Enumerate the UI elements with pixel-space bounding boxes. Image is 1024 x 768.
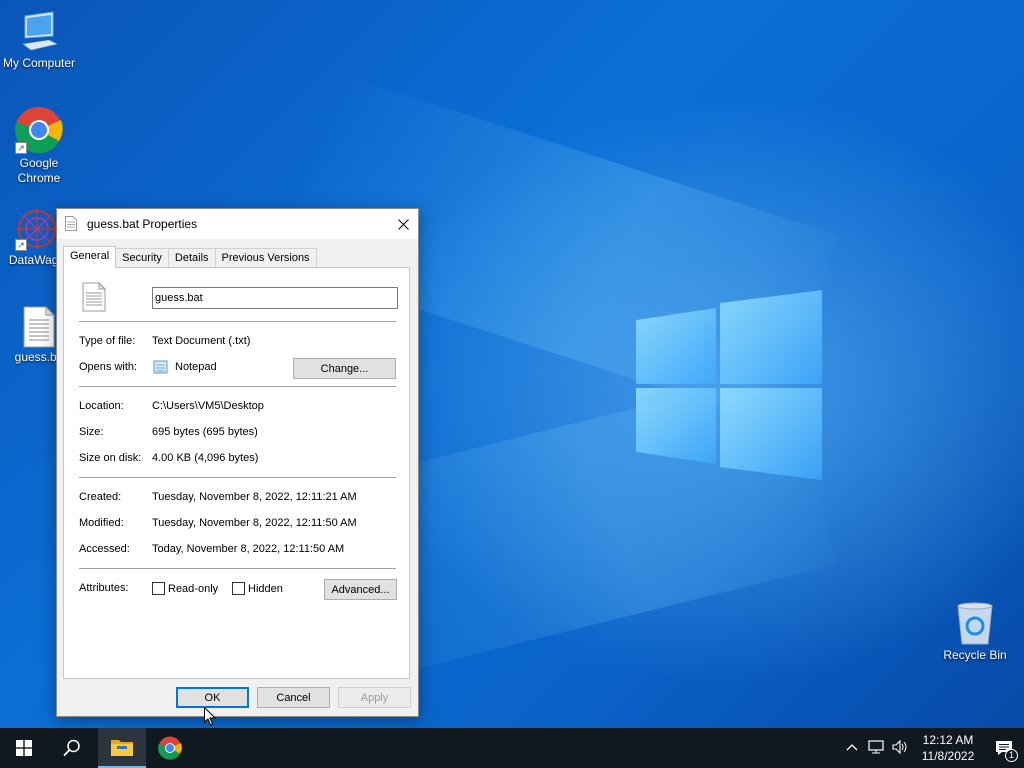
search-icon bbox=[63, 739, 80, 757]
divider bbox=[79, 386, 396, 387]
hidden-checkbox[interactable] bbox=[232, 582, 245, 595]
divider bbox=[79, 477, 396, 478]
network-icon bbox=[868, 739, 884, 753]
attributes-label: Attributes: bbox=[79, 582, 129, 594]
text-file-icon bbox=[65, 216, 79, 232]
divider bbox=[79, 568, 396, 569]
desktop-icon-label: Recycle Bin bbox=[943, 648, 1007, 662]
desktop-icon-recycle-bin[interactable]: Recycle Bin bbox=[937, 602, 1013, 663]
taskbar-file-explorer[interactable] bbox=[98, 728, 146, 768]
created-value: Tuesday, November 8, 2022, 12:11:21 AM bbox=[152, 491, 357, 503]
datawago-icon: ↗ bbox=[15, 207, 59, 251]
computer-icon bbox=[19, 10, 59, 54]
search-button[interactable] bbox=[48, 728, 96, 768]
dialog-title: guess.bat Properties bbox=[87, 217, 198, 231]
properties-dialog: guess.bat Properties General Security De… bbox=[56, 208, 419, 717]
accessed-value: Today, November 8, 2022, 12:11:50 AM bbox=[152, 543, 345, 555]
type-of-file-value: Text Document (.txt) bbox=[152, 335, 251, 347]
general-tab-panel: Type of file: Text Document (.txt) Opens… bbox=[63, 267, 410, 679]
clock-date: 11/8/2022 bbox=[921, 749, 975, 763]
recycle-bin-icon bbox=[955, 602, 995, 646]
opens-with-value: Notepad bbox=[175, 361, 217, 373]
taskbar-google-chrome[interactable] bbox=[146, 728, 194, 768]
cancel-button[interactable]: Cancel bbox=[257, 687, 330, 708]
filename-input[interactable] bbox=[152, 287, 398, 309]
size-on-disk-value: 4.00 KB (4,096 bytes) bbox=[152, 452, 259, 464]
speaker-icon bbox=[892, 739, 907, 754]
dialog-tabs: General Security Details Previous Versio… bbox=[63, 246, 317, 268]
notification-count-badge: 1 bbox=[1005, 749, 1018, 762]
accessed-label: Accessed: bbox=[79, 543, 130, 555]
read-only-label: Read-only bbox=[168, 583, 219, 595]
chevron-up-icon bbox=[846, 744, 858, 751]
type-of-file-label: Type of file: bbox=[79, 335, 136, 347]
modified-value: Tuesday, November 8, 2022, 12:11:50 AM bbox=[152, 517, 357, 529]
chrome-icon: ↗ bbox=[15, 106, 63, 154]
shortcut-arrow-icon: ↗ bbox=[15, 142, 27, 154]
dialog-titlebar[interactable]: guess.bat Properties bbox=[57, 209, 418, 239]
clock-time: 12:12 AM bbox=[922, 733, 974, 747]
location-value: C:\Users\VM5\Desktop bbox=[152, 400, 264, 412]
desktop-icon-google-chrome[interactable]: ↗ Google Chrome bbox=[1, 106, 77, 186]
apply-button[interactable]: Apply bbox=[338, 687, 411, 708]
size-on-disk-label: Size on disk: bbox=[79, 452, 142, 464]
action-center-button[interactable]: 1 bbox=[984, 728, 1024, 768]
modified-label: Modified: bbox=[79, 517, 124, 529]
close-icon bbox=[397, 218, 409, 230]
divider bbox=[79, 321, 396, 322]
opens-with-label: Opens with: bbox=[79, 361, 138, 373]
file-type-icon bbox=[82, 281, 107, 315]
system-tray: 12:12 AM 11/8/2022 1 bbox=[840, 728, 1024, 768]
text-file-icon bbox=[22, 305, 56, 348]
windows-start-icon bbox=[16, 740, 32, 756]
size-label: Size: bbox=[79, 426, 104, 438]
taskbar-clock[interactable]: 12:12 AM 11/8/2022 bbox=[912, 732, 984, 764]
tab-details[interactable]: Details bbox=[167, 248, 216, 268]
tab-security[interactable]: Security bbox=[115, 248, 169, 268]
mouse-cursor-icon bbox=[204, 706, 217, 729]
volume-button[interactable] bbox=[888, 739, 912, 757]
ok-button[interactable]: OK bbox=[176, 687, 249, 708]
read-only-checkbox[interactable] bbox=[152, 582, 165, 595]
desktop-icon-my-computer[interactable]: My Computer bbox=[1, 10, 77, 71]
notepad-icon bbox=[153, 359, 168, 377]
windows-logo-wallpaper bbox=[636, 290, 822, 480]
taskbar: 12:12 AM 11/8/2022 1 bbox=[0, 728, 1024, 768]
hidden-label: Hidden bbox=[248, 583, 283, 595]
shortcut-arrow-icon: ↗ bbox=[15, 239, 27, 251]
start-button[interactable] bbox=[0, 728, 48, 768]
network-button[interactable] bbox=[864, 739, 888, 757]
tab-previous-versions[interactable]: Previous Versions bbox=[214, 248, 317, 268]
desktop-icon-label: My Computer bbox=[2, 56, 76, 70]
chrome-icon bbox=[158, 736, 182, 760]
desktop-icon-label: Google Chrome bbox=[17, 156, 61, 185]
folder-icon bbox=[111, 740, 133, 756]
size-value: 695 bytes (695 bytes) bbox=[152, 426, 258, 438]
change-button[interactable]: Change... bbox=[293, 358, 396, 379]
location-label: Location: bbox=[79, 400, 124, 412]
created-label: Created: bbox=[79, 491, 122, 503]
close-button[interactable] bbox=[388, 209, 418, 239]
tab-general[interactable]: General bbox=[63, 246, 117, 268]
show-hidden-icons-button[interactable] bbox=[840, 742, 864, 754]
advanced-button[interactable]: Advanced... bbox=[324, 579, 397, 600]
